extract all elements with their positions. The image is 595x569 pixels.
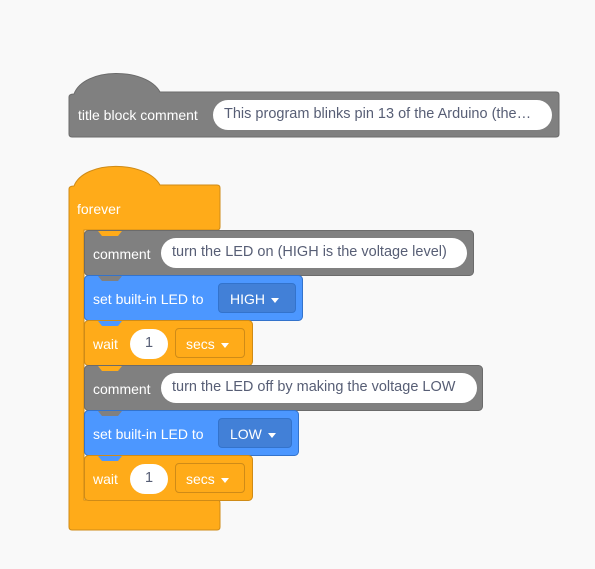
- led-state-value: HIGH: [230, 291, 265, 307]
- led-state-value: LOW: [230, 426, 262, 442]
- time-unit-dropdown[interactable]: secs: [175, 328, 245, 358]
- block-notch: [98, 366, 122, 371]
- time-unit-value: secs: [186, 336, 215, 352]
- dropdown-caret-icon: [267, 432, 276, 438]
- block-notch: [98, 276, 122, 281]
- led-state-dropdown[interactable]: HIGH: [218, 283, 296, 313]
- block-notch: [98, 411, 122, 416]
- dropdown-caret-icon: [220, 477, 229, 483]
- forever-label: forever: [77, 201, 121, 217]
- set-led-label: set built-in LED to: [93, 426, 204, 442]
- time-unit-dropdown[interactable]: secs: [175, 463, 245, 493]
- time-unit-value: secs: [186, 471, 215, 487]
- block-notch: [98, 501, 122, 506]
- block-notch: [98, 231, 122, 236]
- hat-block-label: title block comment: [78, 107, 198, 123]
- wait-seconds-input[interactable]: 1: [130, 329, 168, 359]
- block-notch: [98, 456, 122, 461]
- block-notch: [98, 321, 122, 326]
- comment-label: comment: [93, 381, 151, 397]
- comment-input[interactable]: turn the LED on (HIGH is the voltage lev…: [161, 238, 467, 268]
- wait-label: wait: [93, 471, 118, 487]
- comment-input[interactable]: turn the LED off by making the voltage L…: [161, 373, 477, 403]
- dropdown-caret-icon: [271, 297, 279, 303]
- comment-label: comment: [93, 246, 151, 262]
- script-canvas: [68, 73, 560, 531]
- set-led-label: set built-in LED to: [93, 291, 204, 307]
- wait-label: wait: [93, 336, 118, 352]
- led-state-dropdown[interactable]: LOW: [218, 418, 292, 448]
- dropdown-caret-icon: [220, 342, 229, 348]
- wait-seconds-input[interactable]: 1: [130, 464, 168, 494]
- title-comment-input[interactable]: This program blinks pin 13 of the Arduin…: [213, 100, 552, 130]
